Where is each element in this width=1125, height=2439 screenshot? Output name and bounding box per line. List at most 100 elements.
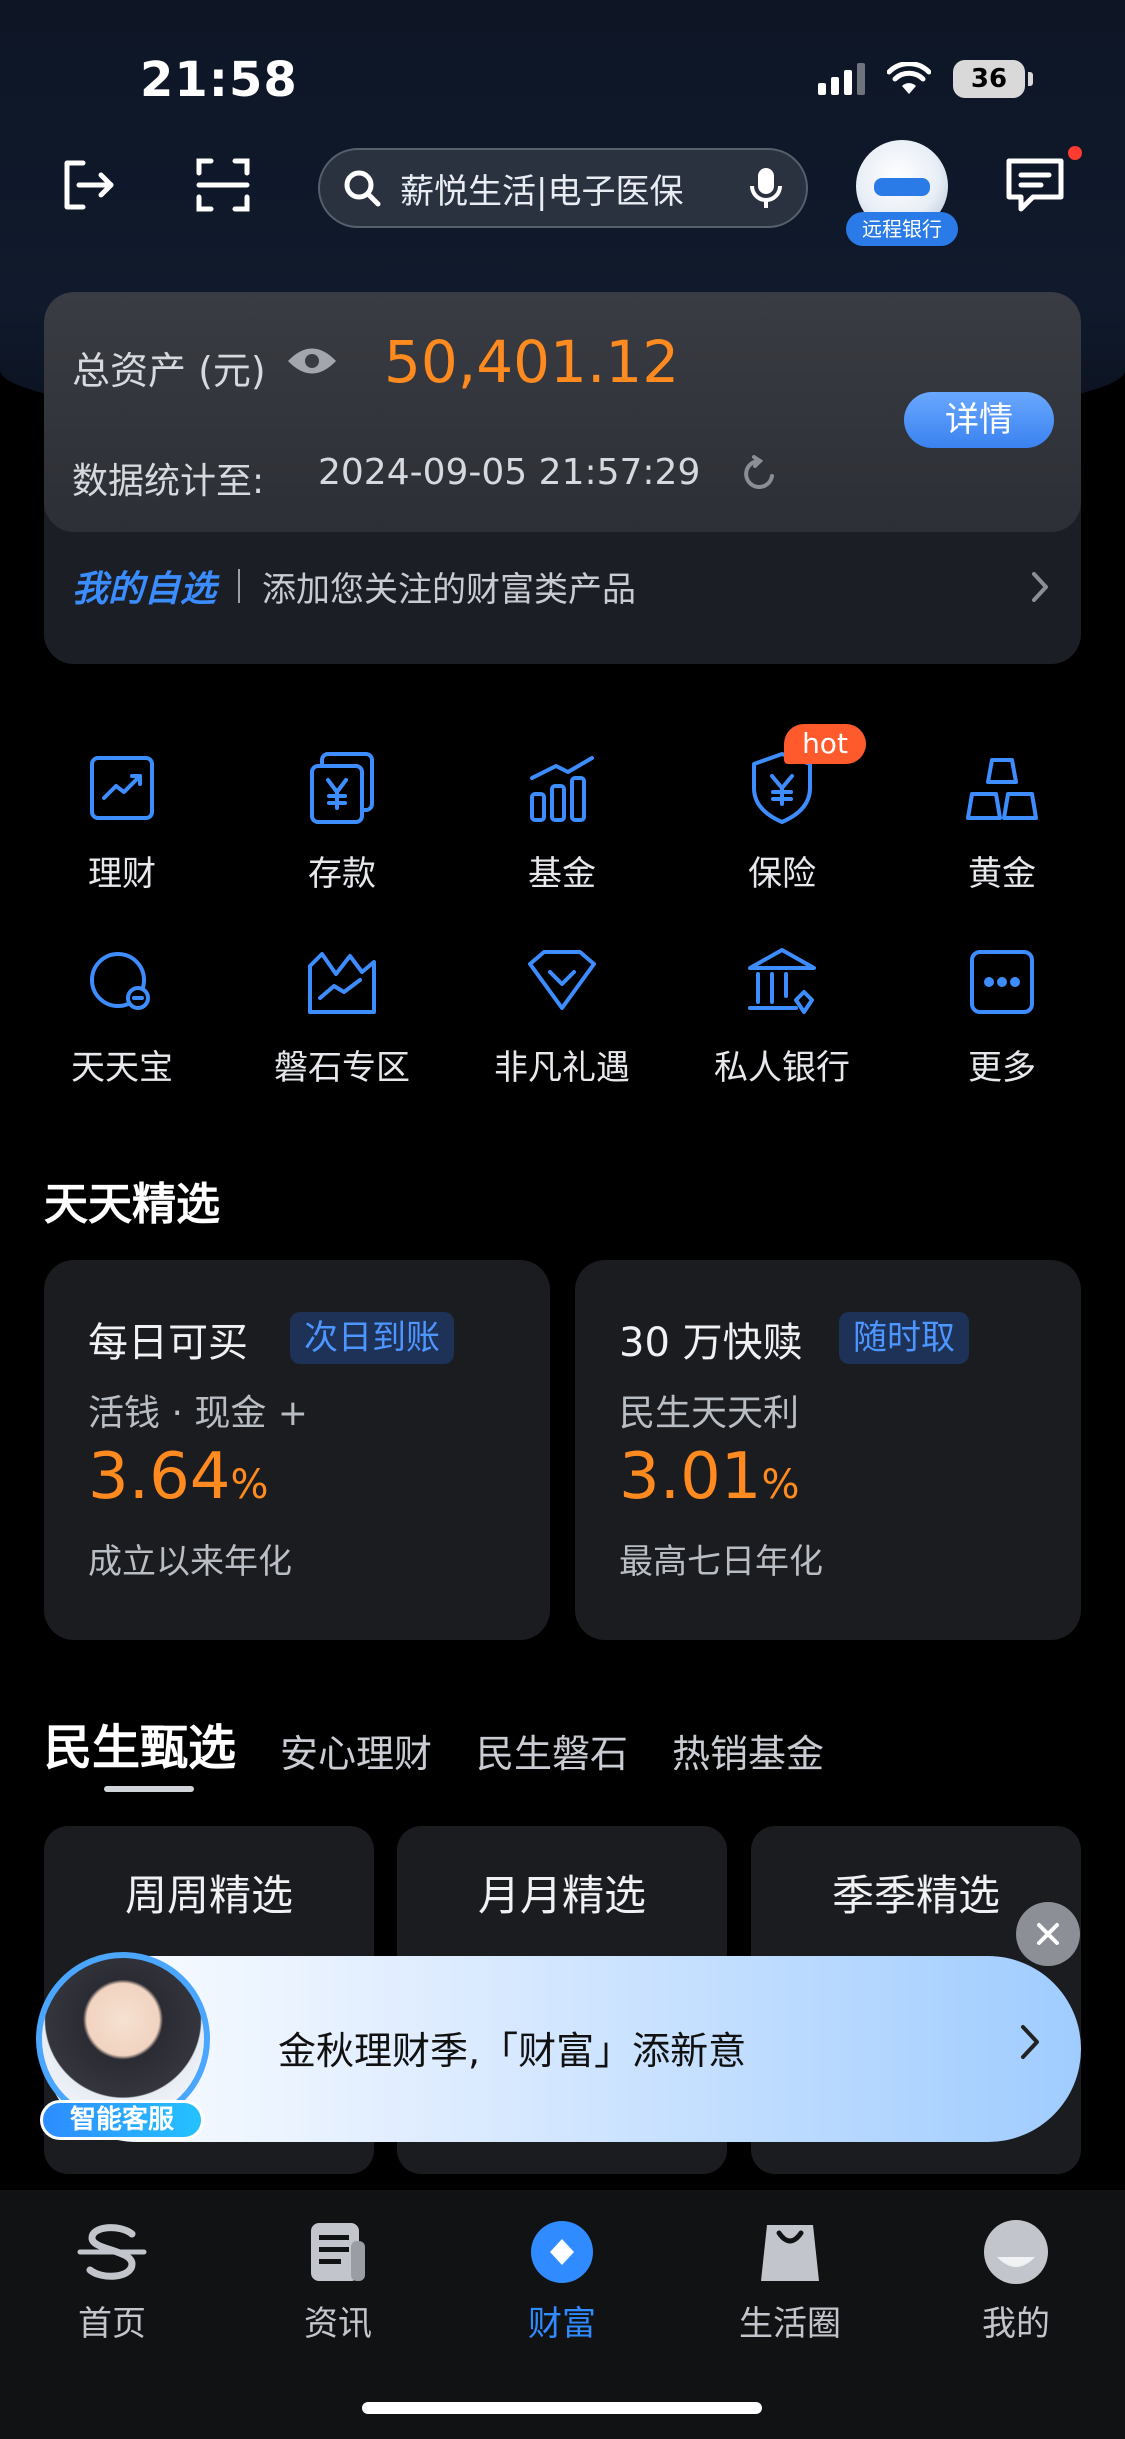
grid-item-baoxian[interactable]: 保险 [682, 748, 882, 895]
refresh-icon[interactable] [740, 454, 780, 498]
grid-item-more[interactable]: 更多 [902, 942, 1102, 1089]
fund-icon [530, 756, 594, 822]
my-favorites-desc: 添加您关注的财富类产品 [262, 569, 637, 610]
logout-icon[interactable] [52, 150, 122, 220]
tab-minsheng-select[interactable]: 民生甄选 [44, 1708, 236, 1778]
grid-item-licai[interactable]: 理财 [22, 748, 222, 895]
more-icon [970, 950, 1034, 1014]
pick-title: 每日可买 [88, 1320, 248, 1366]
product-tabs: 民生甄选 安心理财 民生磐石 热销基金 [44, 1708, 824, 1778]
nav-wealth[interactable]: 财富 [472, 2214, 652, 2345]
pick-card[interactable]: 每日可买 次日到账 活钱 · 现金 + 3.64% 成立以来年化 [44, 1260, 550, 1640]
chevron-right-icon [1017, 2022, 1043, 2066]
grid-label: 黄金 [968, 854, 1036, 894]
wifi-icon [887, 62, 931, 94]
message-icon[interactable] [1000, 150, 1070, 220]
grid-item-panshi[interactable]: 磐石专区 [242, 942, 442, 1089]
grid-item-cunkuan[interactable]: 存款 [242, 748, 442, 895]
pick-badge: 次日到账 [290, 1312, 454, 1364]
tab-hot-funds[interactable]: 热销基金 [672, 1723, 824, 1778]
grid-label: 私人银行 [714, 1048, 850, 1088]
deposit-icon [310, 752, 374, 824]
grid-item-tiantianbao[interactable]: 天天宝 [22, 942, 222, 1089]
status-time: 21:58 [140, 52, 298, 108]
grid-label: 磐石专区 [274, 1048, 410, 1088]
tab-anxin-licai[interactable]: 安心理财 [280, 1723, 432, 1778]
grid-label: 存款 [308, 854, 376, 894]
grid-label: 保险 [748, 854, 816, 894]
battery-icon: 36 [953, 60, 1033, 98]
total-assets-label: 总资产 (元) [72, 349, 266, 393]
search-hint-text: 薪悦生活|电子医保 [400, 171, 684, 212]
private-bank-icon [748, 948, 816, 1014]
cmbc-logo-icon [74, 2214, 150, 2290]
my-favorites-title: 我的自选 [72, 569, 217, 610]
grid-label: 基金 [528, 854, 596, 894]
chevron-right-icon[interactable] [1029, 570, 1051, 608]
grid-item-huangjin[interactable]: 黄金 [902, 748, 1102, 895]
chart-icon [90, 756, 154, 820]
nav-label: 财富 [528, 2304, 596, 2344]
pick-title: 30 万快赎 [619, 1320, 803, 1366]
my-favorites-row[interactable]: 我的自选 添加您关注的财富类产品 [72, 560, 636, 612]
product-title: 月月精选 [477, 1871, 646, 1920]
pick-card[interactable]: 30 万快赎 随时取 民生天天利 3.01% 最高七日年化 [575, 1260, 1081, 1640]
product-title: 周周精选 [124, 1871, 293, 1920]
tiantianbao-icon [90, 952, 150, 1010]
remote-bank-tag: 远程银行 [846, 212, 958, 246]
nav-label: 我的 [982, 2304, 1050, 2344]
pick-subtitle: 活钱 · 现金 + [88, 1393, 308, 1434]
news-icon [300, 2214, 376, 2290]
search-icon [344, 170, 381, 207]
microphone-icon[interactable] [748, 166, 784, 210]
nav-profile[interactable]: 我的 [926, 2214, 1106, 2345]
home-indicator[interactable] [362, 2402, 762, 2414]
pick-badge: 随时取 [839, 1312, 969, 1364]
pick-rate: 3.01% [619, 1440, 800, 1514]
close-icon[interactable] [1016, 1902, 1080, 1966]
wealth-page: 21:58 36 薪悦生活|电子医保 远程银行 总资产 (元) 50,401.1… [0, 0, 1125, 2439]
grid-item-jijin[interactable]: 基金 [462, 748, 662, 895]
search-bar[interactable]: 薪悦生活|电子医保 [318, 148, 808, 228]
nav-label: 首页 [78, 2304, 146, 2344]
grid-label: 理财 [88, 854, 156, 894]
gift-icon [528, 950, 596, 1010]
detail-button[interactable]: 详情 [904, 392, 1054, 448]
remote-bank-button[interactable]: 远程银行 [846, 140, 958, 248]
section-title-daily: 天天精选 [44, 1179, 220, 1230]
nav-life[interactable]: 生活圈 [700, 2214, 880, 2345]
wealth-icon [524, 2214, 600, 2290]
nav-label: 资讯 [304, 2304, 372, 2344]
nav-home[interactable]: 首页 [22, 2214, 202, 2345]
gold-icon [966, 758, 1038, 820]
grid-label: 天天宝 [71, 1048, 173, 1088]
tab-minsheng-panshi[interactable]: 民生磐石 [476, 1723, 628, 1778]
stats-label: 数据统计至: [72, 461, 265, 502]
cellular-signal-icon [818, 63, 865, 95]
pick-rate-desc: 最高七日年化 [619, 1542, 823, 1582]
grid-label: 更多 [968, 1048, 1036, 1088]
pick-subtitle: 民生天天利 [619, 1393, 800, 1434]
active-tab-indicator [104, 1786, 194, 1792]
hot-badge: hot [784, 724, 866, 764]
pick-rate-desc: 成立以来年化 [88, 1542, 292, 1582]
grid-item-feifan[interactable]: 非凡礼遇 [462, 942, 662, 1089]
total-assets-value: 50,401.12 [384, 328, 680, 396]
smart-service-tag[interactable]: 智能客服 [40, 2100, 204, 2140]
scan-icon[interactable] [188, 150, 258, 220]
profile-icon [978, 2214, 1054, 2290]
status-icons: 36 [818, 60, 1033, 98]
panshi-icon [308, 952, 376, 1014]
grid-item-private-bank[interactable]: 私人银行 [682, 942, 882, 1089]
bag-icon [752, 2214, 828, 2290]
eye-icon[interactable] [286, 344, 338, 382]
nav-label: 生活圈 [739, 2304, 841, 2344]
notification-dot [1068, 146, 1082, 160]
divider [238, 569, 241, 603]
pick-rate: 3.64% [88, 1440, 269, 1514]
stats-timestamp: 2024-09-05 21:57:29 [318, 452, 701, 493]
promo-banner-text: 金秋理财季,「财富」添新意 [278, 2029, 747, 2073]
grid-label: 非凡礼遇 [494, 1048, 630, 1088]
nav-news[interactable]: 资讯 [248, 2214, 428, 2345]
asset-card: 总资产 (元) 50,401.12 详情 数据统计至: 2024-09-05 2… [44, 292, 1081, 664]
